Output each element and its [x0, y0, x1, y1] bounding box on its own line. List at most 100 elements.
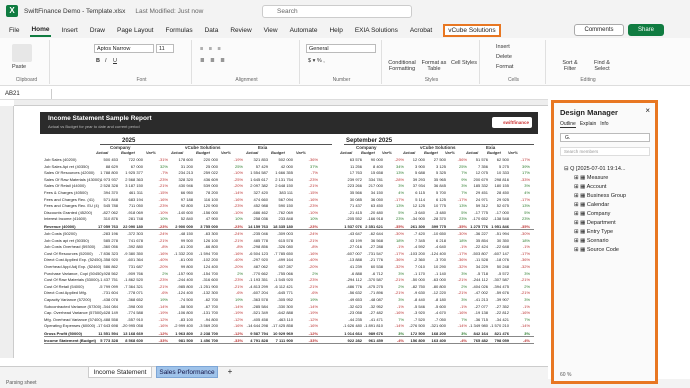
cell-value[interactable]: -918 069 — [119, 210, 143, 215]
cell-value[interactable]: 586 862 — [94, 264, 118, 269]
cell-value[interactable]: -39 907 — [489, 297, 509, 302]
cell-value[interactable]: 4% — [510, 190, 530, 195]
cell-value[interactable]: -3 640 — [405, 210, 425, 215]
tree-item[interactable]: ⊞ ▦ Business Group — [564, 192, 626, 201]
cell-value[interactable]: -74 500 — [169, 297, 193, 302]
cell-value[interactable]: 39% — [510, 164, 530, 169]
cell-value[interactable]: 217 000 — [363, 183, 383, 188]
cell-value[interactable]: -16% — [510, 310, 530, 315]
cell-value[interactable]: -67 700 — [194, 304, 218, 309]
cell-value[interactable]: 25% — [447, 164, 467, 169]
expand-icon[interactable]: ⊞ ▦ — [574, 229, 587, 235]
tree-item[interactable]: ⊞ ▦ Scenario — [564, 237, 626, 246]
cell-value[interactable]: 25% — [219, 164, 243, 169]
cell-value[interactable]: 11 256 — [342, 164, 362, 169]
cell-value[interactable]: 487 062 — [244, 264, 268, 269]
cell-value[interactable]: 8 400 — [363, 164, 383, 169]
expand-icon[interactable]: ⊞ ▦ — [574, 220, 587, 226]
cell-value[interactable]: 321 853 — [244, 157, 268, 162]
cell-value[interactable]: -48 150 — [169, 231, 193, 236]
cell-value[interactable]: -62 644 — [363, 231, 383, 236]
cell-value[interactable]: -106 800 — [169, 310, 193, 315]
cell-value[interactable]: -731 604 — [94, 290, 118, 295]
cell-value[interactable]: 12 000 — [405, 157, 425, 162]
cell-value[interactable]: 29 451 — [468, 190, 488, 195]
cell-value[interactable]: -23% — [144, 277, 168, 282]
cell-value[interactable]: 2 131 754 — [269, 177, 293, 182]
cell-value[interactable]: 3 900 — [405, 164, 425, 169]
cell-value[interactable]: -16% — [144, 197, 168, 202]
cell-value[interactable]: -23% — [219, 277, 243, 282]
cell-value[interactable]: -1 891 810 — [363, 323, 383, 328]
cell-value[interactable]: -499 164 — [269, 257, 293, 262]
cell-value[interactable]: -12% — [144, 317, 168, 322]
cell-value[interactable]: 63 450 — [363, 203, 383, 208]
cell-value[interactable]: 90 000 — [363, 157, 383, 162]
cell-value[interactable]: -1 140 — [426, 271, 446, 276]
cell-value[interactable]: -244 400 — [169, 277, 193, 282]
cell-value[interactable]: 51 576 — [468, 157, 488, 162]
cell-value[interactable]: -438 078 — [94, 297, 118, 302]
cell-value[interactable]: -32 623 — [342, 304, 362, 309]
cell-value[interactable]: -28% — [384, 177, 404, 182]
cell-value[interactable]: -30% — [510, 231, 530, 236]
cell-value[interactable]: 35 854 — [468, 238, 488, 243]
cell-value[interactable]: -8% — [219, 244, 243, 249]
cell-value[interactable]: -3 480 — [426, 210, 446, 215]
cell-value[interactable]: -16% — [144, 251, 168, 256]
cell-value[interactable]: 10% — [219, 216, 243, 221]
menu-tab-page-layout[interactable]: Page Layout — [116, 25, 155, 36]
expand-icon[interactable]: ⊞ ▦ — [574, 193, 587, 199]
cell-value[interactable]: 7% — [510, 317, 530, 322]
cell-value[interactable]: -18 076 — [489, 257, 509, 262]
cell-value[interactable]: -985 800 — [169, 284, 193, 289]
cell-value[interactable]: 31 200 — [169, 164, 193, 169]
formula-bar[interactable] — [0, 88, 548, 100]
cell-value[interactable]: -4 592 — [405, 244, 425, 249]
cell-value[interactable]: 6 115 — [405, 190, 425, 195]
cell-value[interactable]: -285 584 — [244, 304, 268, 309]
cell-value[interactable]: -14 644 298 — [244, 323, 268, 328]
cell-value[interactable]: -5 799 099 — [94, 284, 118, 289]
cell-value[interactable]: 29 925 — [489, 197, 509, 202]
cell-value[interactable]: -63 300 — [194, 231, 218, 236]
cell-value[interactable]: -755 066 — [269, 271, 293, 276]
cell-value[interactable]: 1 925 377 — [119, 170, 143, 175]
cell-value[interactable]: -645 771 — [269, 290, 293, 295]
cell-value[interactable]: -762 069 — [269, 210, 293, 215]
cell-value[interactable]: -124 400 — [426, 251, 446, 256]
currency-icon[interactable]: $ ▾ % , — [308, 58, 325, 64]
cell-value[interactable]: -20% — [219, 264, 243, 269]
cell-value[interactable]: -20% — [144, 264, 168, 269]
cell-value[interactable]: 3 187 150 — [119, 183, 143, 188]
sort-filter-button[interactable]: Sort & Filter — [556, 60, 584, 72]
cell-value[interactable]: 615 578 — [269, 238, 293, 243]
cell-value[interactable]: -62 700 — [194, 297, 218, 302]
cell-value[interactable]: -2 999 400 — [169, 323, 193, 328]
cell-value[interactable]: -66 800 — [194, 244, 218, 249]
cell-value[interactable]: -56% — [447, 157, 467, 162]
cell-value[interactable]: 62 500 — [489, 157, 509, 162]
cell-value[interactable]: 3% — [447, 297, 467, 302]
cell-value[interactable]: -21 776 — [363, 257, 383, 262]
cell-value[interactable]: 683 194 — [119, 197, 143, 202]
cell-value[interactable]: -316 600 — [194, 277, 218, 282]
cell-value[interactable]: -294 112 — [342, 277, 363, 282]
cell-value[interactable]: -27 288 — [363, 244, 383, 249]
cell-value[interactable]: 590 150 — [269, 203, 293, 208]
cell-value[interactable]: -17 425 858 — [269, 323, 293, 328]
cell-value[interactable]: -24% — [219, 231, 243, 236]
cell-value[interactable]: -20 480 — [363, 210, 383, 215]
cell-value[interactable]: -6 504 123 — [244, 251, 268, 256]
cell-value[interactable]: -33% — [510, 177, 530, 182]
cell-value[interactable]: -1% — [447, 304, 467, 309]
cell-value[interactable]: -43 647 — [342, 231, 362, 236]
cell-value[interactable]: 120 900 — [194, 203, 218, 208]
cell-value[interactable]: -11 528 — [468, 257, 488, 262]
cell-value[interactable]: 430 946 — [169, 183, 193, 188]
cell-value[interactable]: -7 836 323 — [94, 251, 118, 256]
cell-value[interactable]: -12% — [294, 317, 318, 322]
tab-explain[interactable]: Explain — [580, 121, 596, 128]
expand-icon[interactable]: ⊞ ▦ — [574, 175, 587, 181]
cell-value[interactable]: 34 229 — [468, 264, 488, 269]
